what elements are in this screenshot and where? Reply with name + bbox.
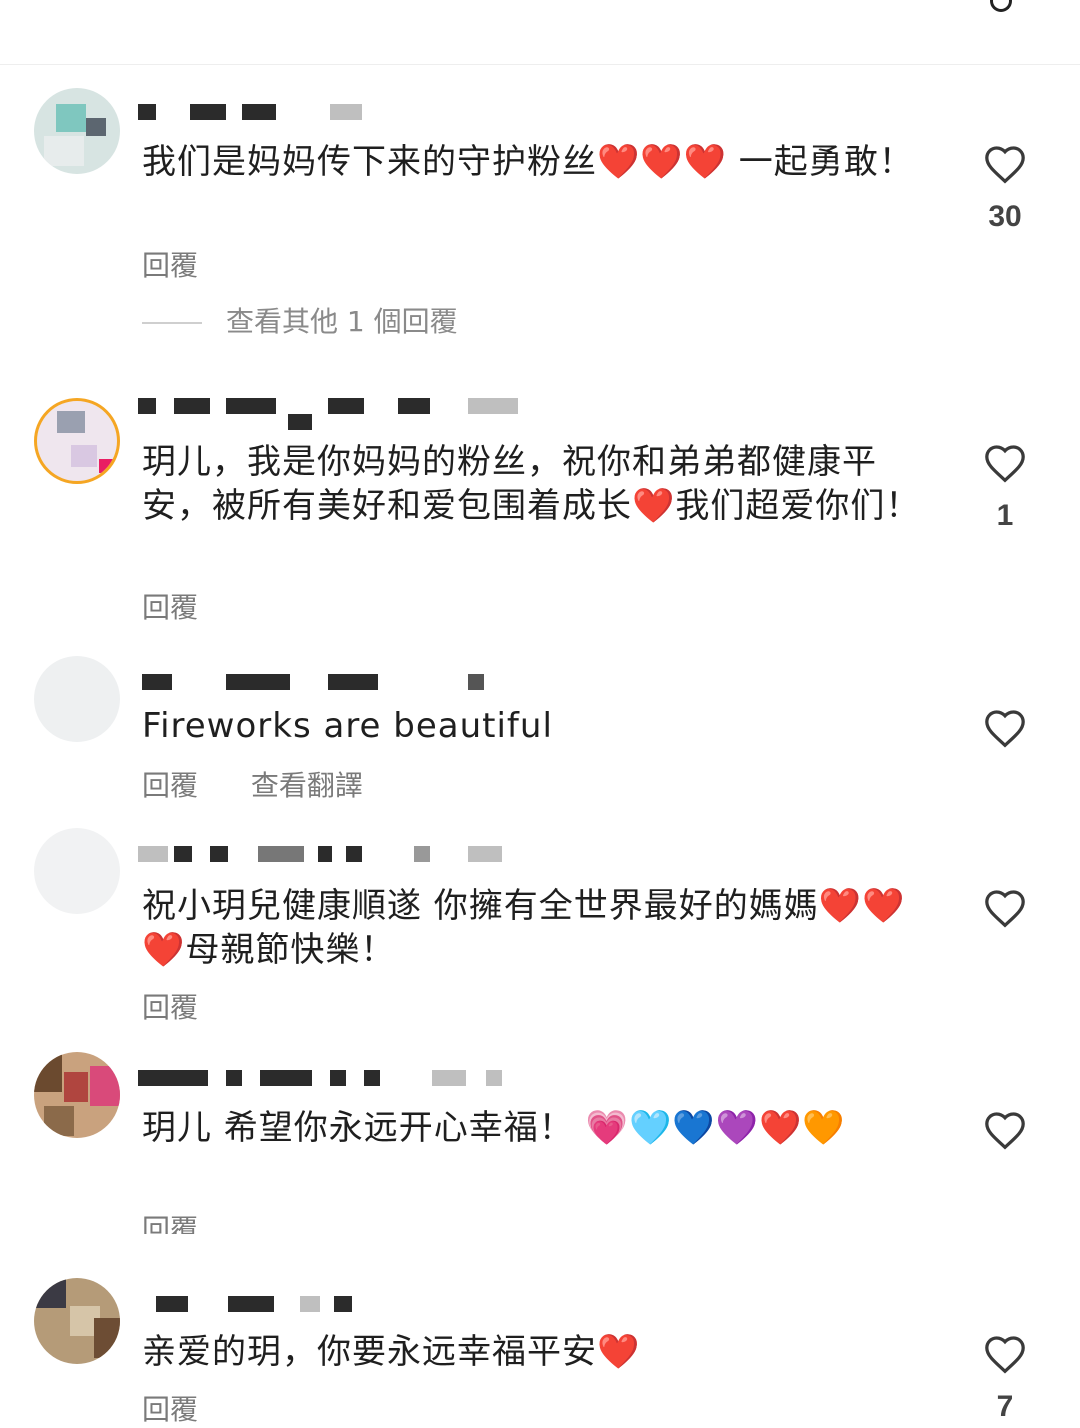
heart-outline-icon[interactable] [983,1110,1027,1150]
reply-button[interactable]: 回覆 [142,1393,198,1426]
heart-outline-icon[interactable] [983,144,1027,184]
reply-button[interactable]: 回覆 [142,591,198,624]
like-control [982,888,1028,944]
comment-actions: 回覆 [142,1388,242,1428]
comment-text: 祝小玥兒健康順遂 你擁有全世界最好的媽媽❤️❤️❤️母親節快樂！ [142,886,906,970]
partial-top-icon [990,0,1012,12]
like-count: 7 [996,1390,1014,1423]
like-control: 30 [982,144,1028,234]
heart-outline-icon[interactable] [983,443,1027,483]
comment-actions: 回覆 [142,986,242,1026]
comment-actions: 回覆 [142,244,242,284]
username-blurred[interactable] [138,398,558,430]
comment-text: 亲爱的玥，你要永远幸福平安❤️ [142,1332,641,1372]
comment-text: Fireworks are beautiful [142,706,553,746]
avatar[interactable] [34,1052,120,1138]
reply-button[interactable]: 回覆 [142,769,198,802]
reply-button[interactable]: 回覆 [142,1213,198,1234]
comment-text: 我们是妈妈传下来的守护粉丝❤️❤️❤️ 一起勇敢！ [142,142,914,182]
avatar[interactable] [34,828,120,914]
divider-line [142,322,202,324]
view-more-label[interactable]: 查看其他 1 個回覆 [226,305,458,338]
like-control [982,708,1028,764]
username-blurred[interactable] [138,104,558,126]
like-count: 30 [988,200,1022,233]
heart-outline-icon[interactable] [983,888,1027,928]
username-blurred[interactable] [138,1070,558,1092]
username-blurred[interactable] [138,1296,558,1318]
like-control: 1 [982,443,1028,533]
username-blurred[interactable] [138,846,558,868]
comment-actions: 回覆 [142,586,242,626]
avatar[interactable] [34,656,120,742]
comment-text: 玥儿 希望你永远开心幸福！ 💗🩵💙💜❤️🧡 [142,1108,846,1148]
avatar[interactable] [34,88,120,174]
avatar[interactable] [34,398,120,484]
top-bar [0,0,1080,65]
view-more-replies[interactable]: 查看其他 1 個回覆 [142,300,458,340]
avatar[interactable] [34,1278,120,1364]
like-control: 7 [982,1334,1028,1424]
like-control [982,1110,1028,1166]
comment-actions: 回覆 [142,1208,242,1234]
comment-actions: 回覆 查看翻譯 [142,764,407,804]
reply-button[interactable]: 回覆 [142,991,198,1024]
username-blurred[interactable] [138,674,558,696]
comment-text: 玥儿，我是你妈妈的粉丝，祝你和弟弟都健康平安，被所有美好和爱包围着成长❤️我们超… [142,442,921,526]
reply-button[interactable]: 回覆 [142,249,198,282]
heart-outline-icon[interactable] [983,1334,1027,1374]
translate-button[interactable]: 查看翻譯 [251,769,363,802]
heart-outline-icon[interactable] [983,708,1027,748]
like-count: 1 [996,499,1014,532]
